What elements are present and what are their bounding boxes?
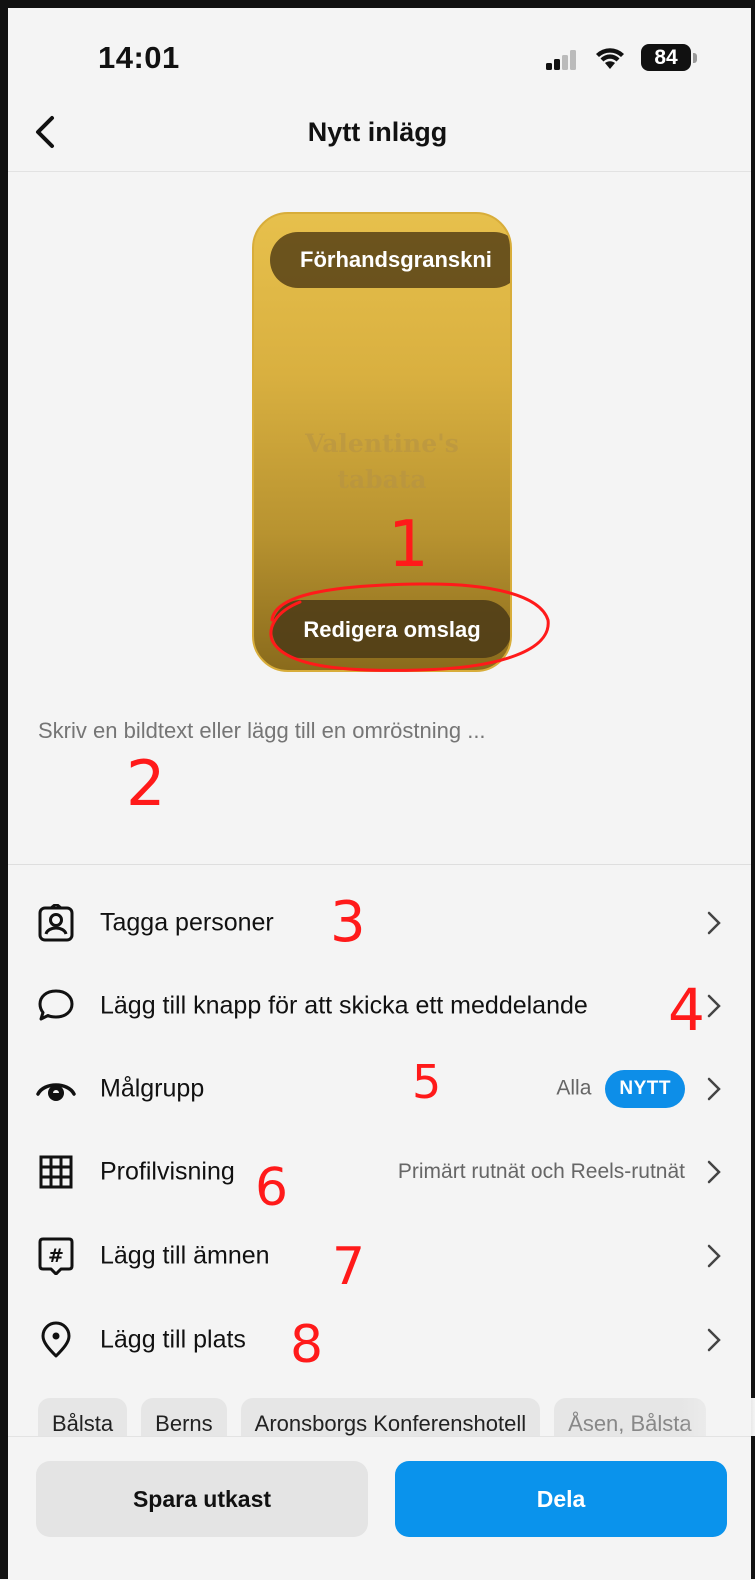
chips-fade bbox=[680, 1398, 755, 1436]
cover-text: Valentine's tabata bbox=[305, 429, 459, 494]
page-title: Nytt inlägg bbox=[307, 117, 448, 147]
row-label: Lägg till knapp för att skicka ett medde… bbox=[100, 991, 588, 1020]
location-suggestions: Bålsta Berns Aronsborgs Konferenshotell Åse… bbox=[38, 1398, 755, 1436]
row-value: Alla NYTT bbox=[556, 1070, 685, 1108]
row-label: Lägg till plats bbox=[100, 1325, 246, 1354]
row-audience[interactable]: Målgrupp Alla NYTT bbox=[8, 1047, 751, 1131]
chevron-right-icon bbox=[707, 1328, 721, 1352]
section-divider bbox=[8, 864, 751, 865]
chevron-right-icon bbox=[707, 1244, 721, 1268]
wifi-icon bbox=[596, 48, 624, 69]
header-divider bbox=[8, 171, 751, 172]
eye-icon bbox=[36, 1069, 76, 1109]
edit-cover-button[interactable]: Redigera omslag bbox=[272, 600, 510, 658]
row-location[interactable]: Lägg till plats bbox=[8, 1298, 751, 1382]
row-label: Tagga personer bbox=[100, 908, 274, 937]
location-chip[interactable]: Berns bbox=[141, 1398, 227, 1436]
row-label: Profilvisning bbox=[100, 1157, 235, 1186]
annotation-2: 2 bbox=[126, 747, 165, 820]
battery-icon: 84 bbox=[641, 44, 697, 71]
cellular-signal-icon bbox=[546, 50, 578, 70]
audience-value: Alla bbox=[556, 1076, 592, 1100]
chevron-right-icon bbox=[707, 994, 721, 1018]
grid-icon bbox=[36, 1152, 76, 1192]
row-tag-people[interactable]: Tagga personer bbox=[8, 881, 751, 965]
chevron-right-icon bbox=[707, 1077, 721, 1101]
svg-text:#: # bbox=[48, 1245, 64, 1267]
chevron-right-icon bbox=[707, 1160, 721, 1184]
preview-button[interactable]: Förhandsgranskni bbox=[270, 232, 510, 288]
share-button[interactable]: Dela bbox=[395, 1461, 727, 1537]
row-profile-display[interactable]: Profilvisning Primärt rutnät och Reels-r… bbox=[8, 1130, 751, 1214]
row-label: Målgrupp bbox=[100, 1074, 205, 1103]
location-chip[interactable]: Aronsborgs Konferenshotell bbox=[240, 1398, 541, 1436]
row-value: Primärt rutnät och Reels-rutnät bbox=[397, 1160, 685, 1183]
person-tag-icon bbox=[36, 903, 76, 943]
row-message-button[interactable]: Lägg till knapp för att skicka ett medde… bbox=[8, 964, 751, 1048]
bottom-action-bar: Spara utkast Dela bbox=[8, 1436, 751, 1580]
new-badge: NYTT bbox=[605, 1070, 685, 1108]
row-label: Lägg till ämnen bbox=[100, 1241, 270, 1270]
caption-input[interactable] bbox=[38, 718, 718, 744]
save-draft-button[interactable]: Spara utkast bbox=[36, 1461, 368, 1537]
chevron-right-icon bbox=[707, 911, 721, 935]
location-pin-icon bbox=[36, 1320, 76, 1360]
status-time: 14:01 bbox=[98, 40, 180, 75]
chat-bubble-icon bbox=[36, 986, 76, 1026]
row-topics[interactable]: # Lägg till ämnen bbox=[8, 1214, 751, 1298]
location-chip[interactable]: Bålsta bbox=[38, 1398, 128, 1436]
hashtag-icon: # bbox=[36, 1236, 76, 1276]
media-preview-card[interactable]: Förhandsgranskni Valentine's tabata Redi… bbox=[252, 212, 512, 672]
